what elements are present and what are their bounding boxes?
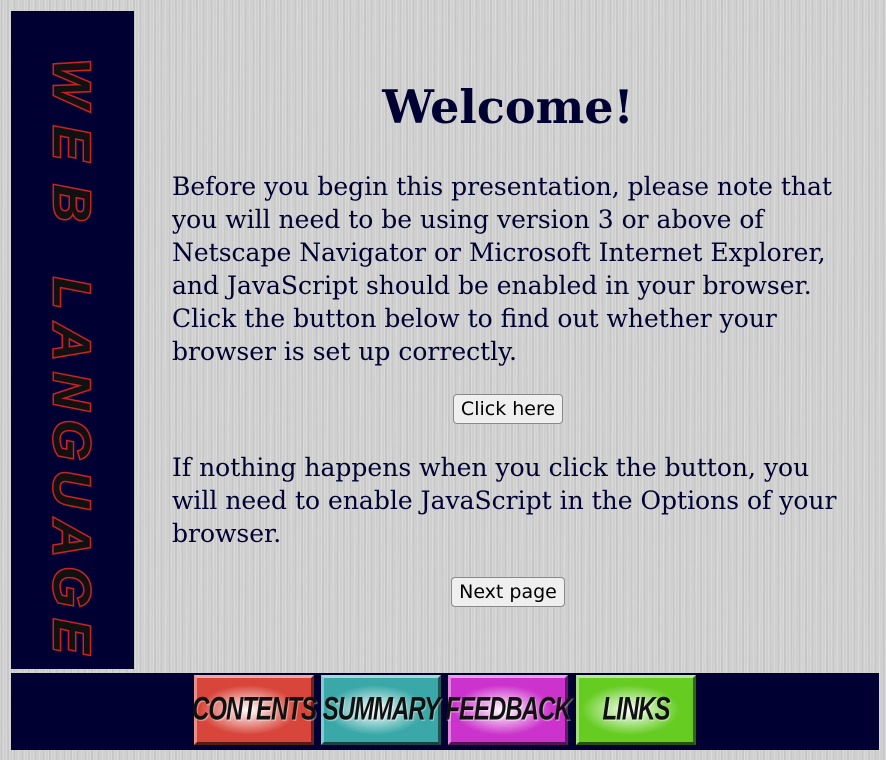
logo-letter: G: [42, 420, 100, 460]
nav-links-label: LINKS: [602, 691, 671, 728]
logo-letter: E: [42, 619, 100, 655]
next-page-button[interactable]: Next page: [451, 577, 565, 607]
next-button-row: Next page: [172, 577, 844, 607]
check-browser-button[interactable]: Click here: [452, 394, 564, 424]
logo-letter: N: [42, 372, 100, 411]
check-button-row: Click here: [172, 394, 844, 424]
logo-letter: L: [42, 277, 100, 309]
bottom-nav-bar: CONTENTS SUMMARY FEEDBACK LINKS: [11, 673, 879, 750]
logo-letter: B: [42, 184, 100, 222]
logo-letter: A: [42, 321, 100, 361]
nav-feedback-button[interactable]: FEEDBACK: [445, 675, 572, 745]
logo-letter: G: [42, 567, 100, 607]
page-title: Welcome!: [382, 80, 634, 134]
logo-letter: U: [42, 470, 100, 509]
main-content: Welcome! Before you begin this presentat…: [172, 70, 852, 607]
logo-letter: W: [42, 58, 100, 111]
nav-links-button[interactable]: LINKS: [576, 675, 696, 745]
sidebar-logo-panel: WEBLANGUAGE: [11, 11, 134, 669]
nav-summary-button[interactable]: SUMMARY: [321, 675, 441, 745]
nav-summary-label: SUMMARY: [322, 691, 441, 728]
logo-letter: E: [42, 126, 100, 162]
nav-feedback-label: FEEDBACK: [445, 691, 571, 728]
nav-contents-label: CONTENTS: [192, 691, 317, 728]
javascript-note-paragraph: If nothing happens when you click the bu…: [172, 453, 837, 548]
intro-paragraph: Before you begin this presentation, plea…: [172, 172, 832, 366]
logo-letter: A: [42, 517, 100, 557]
web-language-logo: WEBLANGUAGE: [41, 57, 102, 656]
nav-contents-button[interactable]: CONTENTS: [192, 675, 317, 745]
